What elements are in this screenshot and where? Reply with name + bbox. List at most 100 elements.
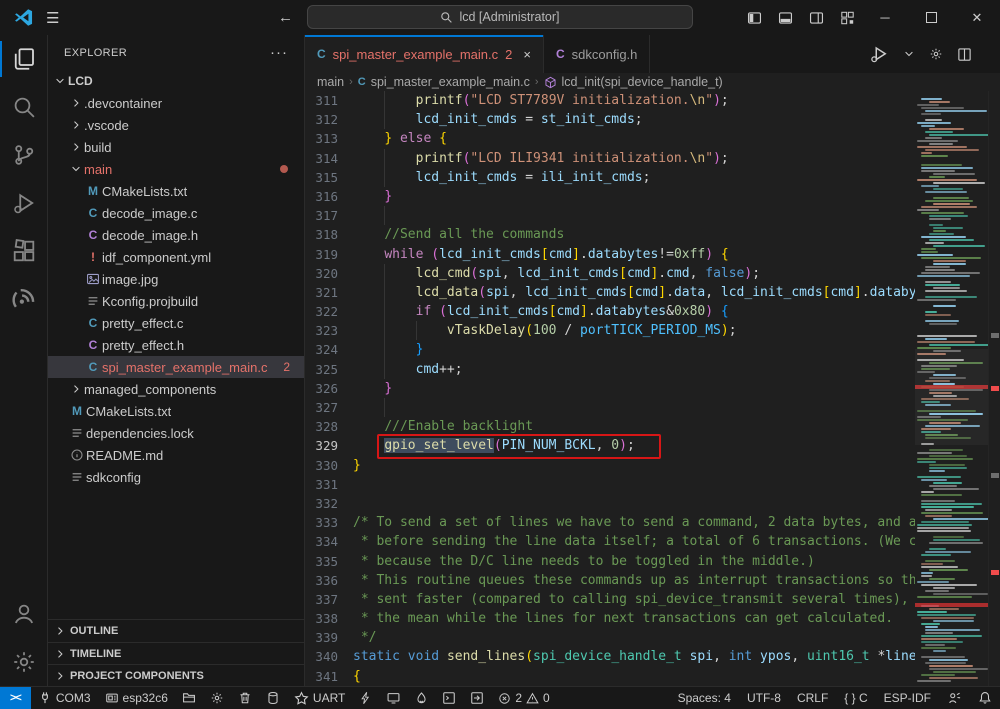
activity-account-icon[interactable]: [0, 590, 48, 638]
tree-item--vscode[interactable]: .vscode: [48, 114, 304, 136]
tab-spi-master-example-main-c[interactable]: Cspi_master_example_main.c2×: [305, 35, 544, 73]
code-editor[interactable]: 311 printf("LCD ST7789V initialization.\…: [305, 91, 1000, 686]
tree-item-main[interactable]: main: [48, 158, 304, 180]
status-utf-8[interactable]: UTF-8: [739, 691, 789, 705]
hamburger-icon[interactable]: ☰: [46, 9, 76, 27]
command-center-search[interactable]: lcd [Administrator]: [307, 5, 693, 29]
breadcrumb-item[interactable]: lcd_init(spi_device_handle_t): [562, 75, 723, 89]
code-line-338[interactable]: 338 * the mean while the lines for next …: [305, 609, 905, 628]
close-button[interactable]: ✕: [954, 0, 1000, 35]
tab-sdkconfig-h[interactable]: Csdkconfig.h: [544, 35, 650, 73]
code-line-332[interactable]: 332: [305, 494, 905, 513]
section-timeline[interactable]: TIMELINE: [48, 642, 304, 664]
toggle-sidebar-icon[interactable]: [747, 11, 762, 25]
status-gear[interactable]: [203, 687, 231, 709]
breadcrumb-item[interactable]: main: [317, 75, 344, 89]
remote-indicator[interactable]: ><: [0, 687, 31, 709]
activity-extensions-icon[interactable]: [0, 227, 48, 275]
code-line-341[interactable]: 341{: [305, 667, 905, 686]
code-line-340[interactable]: 340static void send_lines(spi_device_han…: [305, 647, 905, 666]
activity-esp-idf-icon[interactable]: [0, 275, 48, 323]
status-spaces-4[interactable]: Spaces: 4: [670, 691, 739, 705]
minimap[interactable]: [915, 91, 988, 686]
tree-item-readme-md[interactable]: README.md: [48, 444, 304, 466]
code-line-316[interactable]: 316 }: [305, 187, 905, 206]
status-feedback[interactable]: [939, 691, 970, 705]
code-line-321[interactable]: 321 lcd_data(spi, lcd_init_cmds[cmd].dat…: [305, 283, 905, 302]
toggle-panel-icon[interactable]: [778, 11, 793, 25]
code-line-315[interactable]: 315 lcd_init_cmds = ili_init_cmds;: [305, 168, 905, 187]
code-line-336[interactable]: 336 * This routine queues these commands…: [305, 571, 905, 590]
status-folder[interactable]: [175, 687, 203, 709]
activity-source-control-icon[interactable]: [0, 131, 48, 179]
section-outline[interactable]: OUTLINE: [48, 620, 304, 642]
tree-item-idf-component-yml[interactable]: !idf_component.yml: [48, 246, 304, 268]
status--c[interactable]: { } C: [836, 691, 875, 705]
code-line-320[interactable]: 320 lcd_cmd(spi, lcd_init_cmds[cmd].cmd,…: [305, 264, 905, 283]
tree-item-build[interactable]: build: [48, 136, 304, 158]
tree-item-decode-image-c[interactable]: Cdecode_image.c: [48, 202, 304, 224]
code-line-333[interactable]: 333/* To send a set of lines we have to …: [305, 513, 905, 532]
tab-close-icon[interactable]: ×: [523, 47, 531, 62]
section-project-components[interactable]: PROJECT COMPONENTS: [48, 664, 304, 686]
chevron-down-icon[interactable]: [903, 48, 915, 60]
code-line-317[interactable]: 317: [305, 206, 905, 225]
code-line-331[interactable]: 331: [305, 475, 905, 494]
code-line-322[interactable]: 322 if (lcd_init_cmds[cmd].databytes&0x8…: [305, 302, 905, 321]
problems-status[interactable]: 20: [491, 687, 556, 709]
code-line-311[interactable]: 311 printf("LCD ST7789V initialization.\…: [305, 91, 905, 110]
code-line-313[interactable]: 313 } else {: [305, 129, 905, 148]
tree-item-pretty-effect-c[interactable]: Cpretty_effect.c: [48, 312, 304, 334]
breadcrumb-item[interactable]: spi_master_example_main.c: [371, 75, 530, 89]
tree-item-lcd[interactable]: LCD: [48, 70, 304, 92]
customize-layout-icon[interactable]: [840, 11, 855, 25]
status-cylinder[interactable]: [259, 687, 287, 709]
status-crlf[interactable]: CRLF: [789, 691, 836, 705]
toggle-secondary-sidebar-icon[interactable]: [809, 11, 824, 25]
breadcrumb[interactable]: main›Cspi_master_example_main.c›lcd_init…: [305, 73, 1000, 91]
code-line-318[interactable]: 318 //Send all the commands: [305, 225, 905, 244]
activity-settings-icon[interactable]: [0, 638, 48, 686]
code-line-328[interactable]: 328 ///Enable backlight: [305, 417, 905, 436]
gear-icon[interactable]: [929, 47, 943, 61]
status-star-uart[interactable]: UART: [287, 687, 352, 709]
status-bolt[interactable]: [352, 687, 379, 709]
run-icon[interactable]: [869, 44, 889, 64]
tree-item-sdkconfig[interactable]: sdkconfig: [48, 466, 304, 488]
tree-item-kconfig-projbuild[interactable]: Kconfig.projbuild: [48, 290, 304, 312]
code-line-323[interactable]: 323 vTaskDelay(100 / portTICK_PERIOD_MS)…: [305, 321, 905, 340]
tree-item-cmakelists-txt[interactable]: MCMakeLists.txt: [48, 180, 304, 202]
status-trash[interactable]: [231, 687, 259, 709]
nav-back-icon[interactable]: ←: [278, 9, 293, 26]
tree-item-cmakelists-txt[interactable]: MCMakeLists.txt: [48, 400, 304, 422]
status-esp-idf[interactable]: ESP-IDF: [876, 691, 939, 705]
code-line-337[interactable]: 337 * sent faster (compared to calling s…: [305, 590, 905, 609]
activity-run-debug-icon[interactable]: [0, 179, 48, 227]
activity-search-icon[interactable]: [0, 83, 48, 131]
code-line-334[interactable]: 334 * before sending the line data itsel…: [305, 532, 905, 551]
status-arrow-box[interactable]: [463, 687, 491, 709]
code-line-339[interactable]: 339 */: [305, 628, 905, 647]
status-monitor[interactable]: [379, 687, 408, 709]
code-line-324[interactable]: 324 }: [305, 340, 905, 359]
code-line-329[interactable]: 329 gpio_set_level(PIN_NUM_BCKL, 0);: [305, 436, 905, 455]
status-plug-com3[interactable]: COM3: [31, 687, 98, 709]
code-line-314[interactable]: 314 printf("LCD ILI9341 initialization.\…: [305, 149, 905, 168]
maximize-button[interactable]: [908, 0, 954, 35]
editor-scrollbar[interactable]: [988, 91, 1000, 686]
code-line-319[interactable]: 319 while (lcd_init_cmds[cmd].databytes!…: [305, 245, 905, 264]
minimize-button[interactable]: ─: [862, 0, 908, 35]
tree-item-decode-image-h[interactable]: Cdecode_image.h: [48, 224, 304, 246]
activity-explorer-icon[interactable]: [0, 35, 48, 83]
tree-item-dependencies-lock[interactable]: dependencies.lock: [48, 422, 304, 444]
tree-item-spi-master-example-main-c[interactable]: Cspi_master_example_main.c2: [48, 356, 304, 378]
status-bell[interactable]: [970, 691, 1000, 705]
code-line-330[interactable]: 330}: [305, 456, 905, 475]
code-line-327[interactable]: 327: [305, 398, 905, 417]
tree-item-image-jpg[interactable]: image.jpg: [48, 268, 304, 290]
code-line-335[interactable]: 335 * because the D/C line needs to be t…: [305, 552, 905, 571]
code-line-312[interactable]: 312 lcd_init_cmds = st_init_cmds;: [305, 110, 905, 129]
tree-item-managed-components[interactable]: managed_components: [48, 378, 304, 400]
tree-item-pretty-effect-h[interactable]: Cpretty_effect.h: [48, 334, 304, 356]
status-terminal-box[interactable]: [435, 687, 463, 709]
